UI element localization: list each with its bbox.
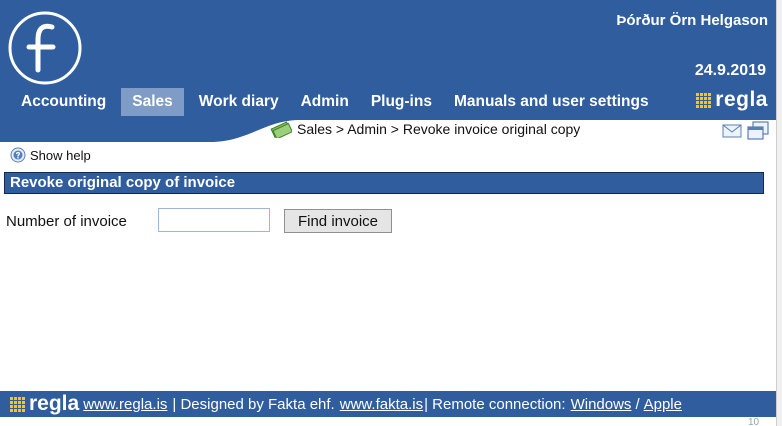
nav-plug-ins[interactable]: Plug-ins (360, 88, 443, 116)
nav-admin[interactable]: Admin (290, 88, 360, 116)
footer-designed-by: | Designed by Fakta ehf. (172, 395, 335, 413)
find-invoice-button[interactable]: Find invoice (284, 209, 392, 233)
user-name: Þórður Örn Helgason (616, 12, 768, 29)
regla-dots-icon (696, 92, 712, 108)
nav-manuals-settings[interactable]: Manuals and user settings (443, 88, 660, 116)
invoice-number-label: Number of invoice (6, 213, 127, 230)
fakta-logo (8, 11, 82, 85)
footer-regla-dots-icon (10, 396, 25, 412)
regla-link[interactable]: www.regla.is (83, 396, 167, 413)
right-scrollbar[interactable] (776, 0, 782, 426)
footer: regla www.regla.is | Designed by Fakta e… (0, 391, 776, 417)
current-date: 24.9.2019 (694, 62, 766, 79)
nav-accounting[interactable]: Accounting (10, 88, 117, 116)
footer-regla-wordmark: regla (29, 392, 80, 415)
app-frame: Þórður Örn Helgason 24.9.2019 Accounting… (0, 0, 776, 426)
mail-icon[interactable] (722, 124, 742, 138)
header: Þórður Örn Helgason 24.9.2019 Accounting… (0, 0, 776, 118)
footer-remote-connection: | Remote connection: (424, 395, 566, 413)
breadcrumb-text: Sales > Admin > Revoke invoice original … (297, 121, 581, 137)
money-icon (270, 121, 292, 138)
windows-link[interactable]: Windows (571, 396, 632, 413)
show-help-link[interactable]: Show help (10, 147, 91, 163)
footer-separator: / (635, 395, 640, 413)
breadcrumb: Sales > Admin > Revoke invoice original … (270, 120, 580, 138)
corner-number: 10 (748, 417, 760, 426)
show-help-label: Show help (30, 147, 91, 163)
nav-sales[interactable]: Sales (121, 88, 184, 116)
apple-link[interactable]: Apple (644, 396, 682, 413)
section-title: Revoke original copy of invoice (10, 174, 236, 191)
nav-work-diary[interactable]: Work diary (188, 88, 290, 116)
section-header: Revoke original copy of invoice (4, 172, 764, 194)
regla-wordmark: regla (715, 88, 768, 111)
regla-brand: regla (696, 88, 768, 112)
main-nav: Accounting Sales Work diary Admin Plug-i… (10, 88, 660, 116)
invoice-number-input[interactable] (158, 208, 270, 232)
new-window-icon[interactable] (746, 121, 770, 141)
help-icon (10, 147, 26, 163)
fakta-link[interactable]: www.fakta.is (340, 396, 423, 413)
